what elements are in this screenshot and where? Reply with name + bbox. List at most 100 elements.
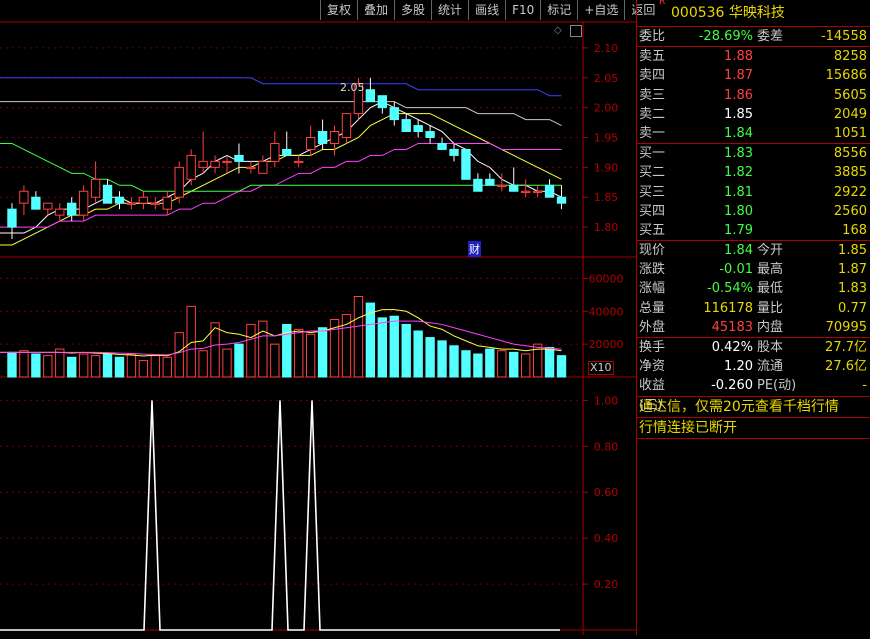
financial-report-marker[interactable]: 财 [468, 241, 481, 257]
level-volume: 8556 [833, 146, 867, 162]
ask-levels: 卖五 1.88 8258 卖四 1.87 15686 卖三 1.86 5605 卖二 … [637, 47, 870, 145]
quote-panel: R 000536 华映科技 委比 -28.69% 委差 -14558 卖五 1.… [636, 0, 870, 635]
weibi-value: -28.69% [698, 29, 753, 44]
level-volume: 168 [842, 222, 867, 238]
level-price: 1.85 [724, 106, 753, 122]
candle-body [246, 166, 256, 170]
weibi-section: 委比 -28.69% 委差 -14558 [637, 27, 870, 48]
volume-bar [521, 353, 531, 378]
volume-bar [234, 343, 244, 378]
ask-row[interactable]: 卖一 1.84 1051 [637, 124, 870, 143]
volume-bar [544, 346, 555, 378]
panel-menu-icon[interactable] [570, 25, 582, 37]
stat-label: 收益(三) [639, 378, 666, 413]
axis-labels: 2.10 2.05 2.00 1.95 1.90 1.85 1.80 60000 40000 20… [589, 42, 624, 591]
candle-body [90, 178, 101, 198]
volume-bar [305, 333, 316, 378]
diamond-icon[interactable]: ◇ [554, 25, 562, 36]
bid-row[interactable]: 买二 1.82 3885 [637, 163, 870, 182]
bid-row[interactable]: 买四 1.80 2560 [637, 202, 870, 221]
toolbar-button[interactable]: F10 [505, 0, 541, 20]
stat-value: 27.7亿 [825, 340, 867, 355]
toolbar-button[interactable]: 叠加 [357, 0, 395, 20]
weibi-label: 委比 [639, 29, 666, 44]
toolbar-button[interactable]: 画线 [468, 0, 506, 20]
peak-price-label: 2.05 [340, 81, 365, 94]
bid-row[interactable]: 买五 1.79 168 [637, 221, 870, 240]
level-label: 卖二 [639, 106, 666, 122]
volume-bar [246, 323, 256, 378]
candle-body [210, 160, 220, 168]
ask-row[interactable]: 卖四 1.87 15686 [637, 66, 870, 85]
candle-body [78, 190, 89, 216]
stat-value: 116178 [703, 300, 753, 316]
stat-label: 涨跌 [639, 262, 666, 278]
toolbar-button[interactable]: 标记 [540, 0, 578, 20]
stat-value: 70995 [825, 319, 867, 335]
level-volume: 2560 [833, 203, 867, 219]
chart-svg[interactable]: 2.10 2.05 2.00 1.95 1.90 1.85 1.80 60000 40000 20… [0, 0, 636, 635]
candle-body [497, 184, 507, 187]
volume-bar [114, 356, 125, 378]
y-tick-label: 40000 [589, 305, 624, 318]
volume-bar [413, 330, 423, 378]
kline-panel[interactable] [0, 77, 567, 246]
quote-row: 现价 1.84 今开 1.85 [637, 241, 870, 260]
candle-body [317, 131, 328, 144]
stock-header: R 000536 华映科技 [637, 0, 870, 27]
candle-body [150, 202, 161, 205]
weicha-label: 委差 [757, 29, 784, 44]
indicator-panel[interactable] [0, 400, 560, 631]
quote-row: 外盘 45183 内盘 70995 [637, 318, 870, 337]
candle-body [222, 160, 232, 164]
toolbar-button[interactable]: +自选 [577, 0, 625, 20]
volume-bar [389, 315, 399, 378]
promo-message[interactable]: 通达信，仅需20元查看千档行情 [637, 397, 870, 417]
volume-bar [78, 353, 89, 378]
y-tick-label: 1.95 [594, 132, 619, 145]
stock-name: 华映科技 [728, 5, 785, 21]
stat-value: 0.42% [711, 340, 753, 355]
level-price: 1.83 [724, 146, 753, 162]
ask-row[interactable]: 卖三 1.86 5605 [637, 86, 870, 105]
stat-value: 1.85 [838, 243, 867, 259]
volume-bar [425, 337, 435, 378]
stat-value: 1.83 [838, 281, 867, 297]
y-tick-label: 1.90 [594, 161, 619, 174]
volume-bar [67, 356, 77, 378]
volume-bar [31, 353, 41, 378]
candle-body [234, 154, 244, 162]
weicha-value: -14558 [820, 29, 867, 44]
toolbar-button[interactable]: 复权 [320, 0, 358, 20]
candle-body [485, 178, 495, 186]
level-volume: 15686 [825, 68, 867, 84]
toolbar-button[interactable]: 统计 [431, 0, 469, 20]
level-volume: 2922 [833, 184, 867, 200]
level-volume: 3885 [833, 165, 867, 181]
level-label: 买一 [639, 146, 666, 162]
ask-row[interactable]: 卖五 1.88 8258 [637, 47, 870, 66]
bid-row[interactable]: 买一 1.83 8556 [637, 144, 870, 163]
stat-label: PE(动) [757, 378, 797, 394]
ask-row[interactable]: 卖二 1.85 2049 [637, 105, 870, 124]
toolbar-button[interactable]: 多股 [394, 0, 432, 20]
stat-label: 今开 [757, 243, 784, 259]
stat-label: 量比 [757, 300, 784, 316]
volume-bar [102, 353, 113, 378]
fin-row: 收益(三) -0.260 PE(动) - [637, 376, 870, 413]
financial-stats: 换手 0.42% 股本 27.7亿 净资 1.20 流通 27.6亿 收益(三) -… [637, 338, 870, 413]
stat-label: 涨幅 [639, 281, 666, 297]
level-price: 1.82 [724, 165, 753, 181]
bid-row[interactable]: 买三 1.81 2922 [637, 183, 870, 202]
y-tick-label: 60000 [589, 272, 624, 285]
candle-body [282, 148, 292, 156]
candle-body [43, 202, 53, 210]
fin-row: 换手 0.42% 股本 27.7亿 [637, 338, 870, 357]
chart-area[interactable]: 2.10 2.05 2.00 1.95 1.90 1.85 1.80 60000 40000 20… [0, 0, 662, 635]
stat-label: 股本 [757, 340, 784, 355]
volume-panel[interactable] [0, 296, 567, 378]
stat-value: 1.87 [838, 262, 867, 278]
stat-value: 1.84 [724, 243, 753, 259]
stat-label: 最低 [757, 281, 784, 297]
level-price: 1.81 [724, 184, 753, 200]
